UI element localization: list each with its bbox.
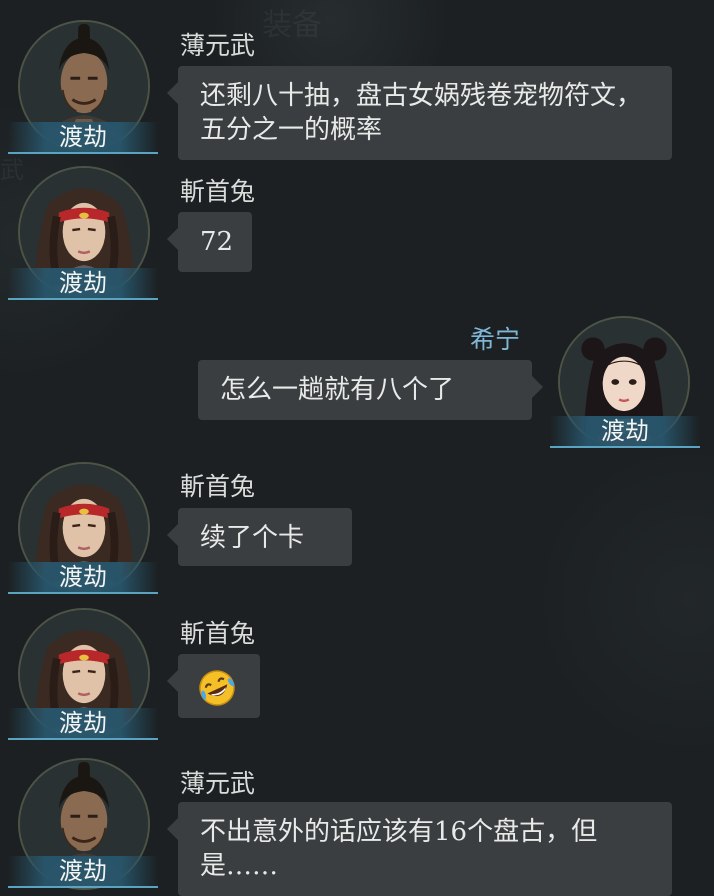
background-watermark: 装备 <box>262 8 322 43</box>
message-bubble[interactable]: 续了个卡 <box>167 508 352 566</box>
sender-name[interactable]: 斬首兔 <box>180 172 255 208</box>
sender-name[interactable]: 斬首兔 <box>180 614 255 650</box>
sender-name[interactable]: 希宁 <box>470 320 520 356</box>
sender-name[interactable]: 薄元武 <box>180 764 255 800</box>
message-bubble[interactable]: 不出意外的话应该有16个盘古，但是…… <box>167 802 672 896</box>
background-watermark: 武 <box>0 156 24 184</box>
rank-badge: 渡劫 <box>8 268 158 300</box>
sender-name[interactable]: 薄元武 <box>180 26 255 62</box>
message-bubble[interactable]: 怎么一趟就有八个了 <box>198 360 543 420</box>
rank-badge: 渡劫 <box>8 122 158 154</box>
sender-name[interactable]: 斬首兔 <box>180 467 255 503</box>
laughing-tears-emoji-icon <box>196 667 238 709</box>
rank-badge: 渡劫 <box>8 562 158 594</box>
rank-badge: 渡劫 <box>550 416 700 448</box>
rank-badge: 渡劫 <box>8 708 158 740</box>
message-bubble[interactable]: 72 <box>167 212 252 272</box>
message-bubble[interactable]: 还剩八十抽，盘古女娲残卷宠物符文，五分之一的概率 <box>167 66 672 160</box>
rank-badge: 渡劫 <box>8 856 158 888</box>
message-bubble[interactable] <box>167 654 260 718</box>
